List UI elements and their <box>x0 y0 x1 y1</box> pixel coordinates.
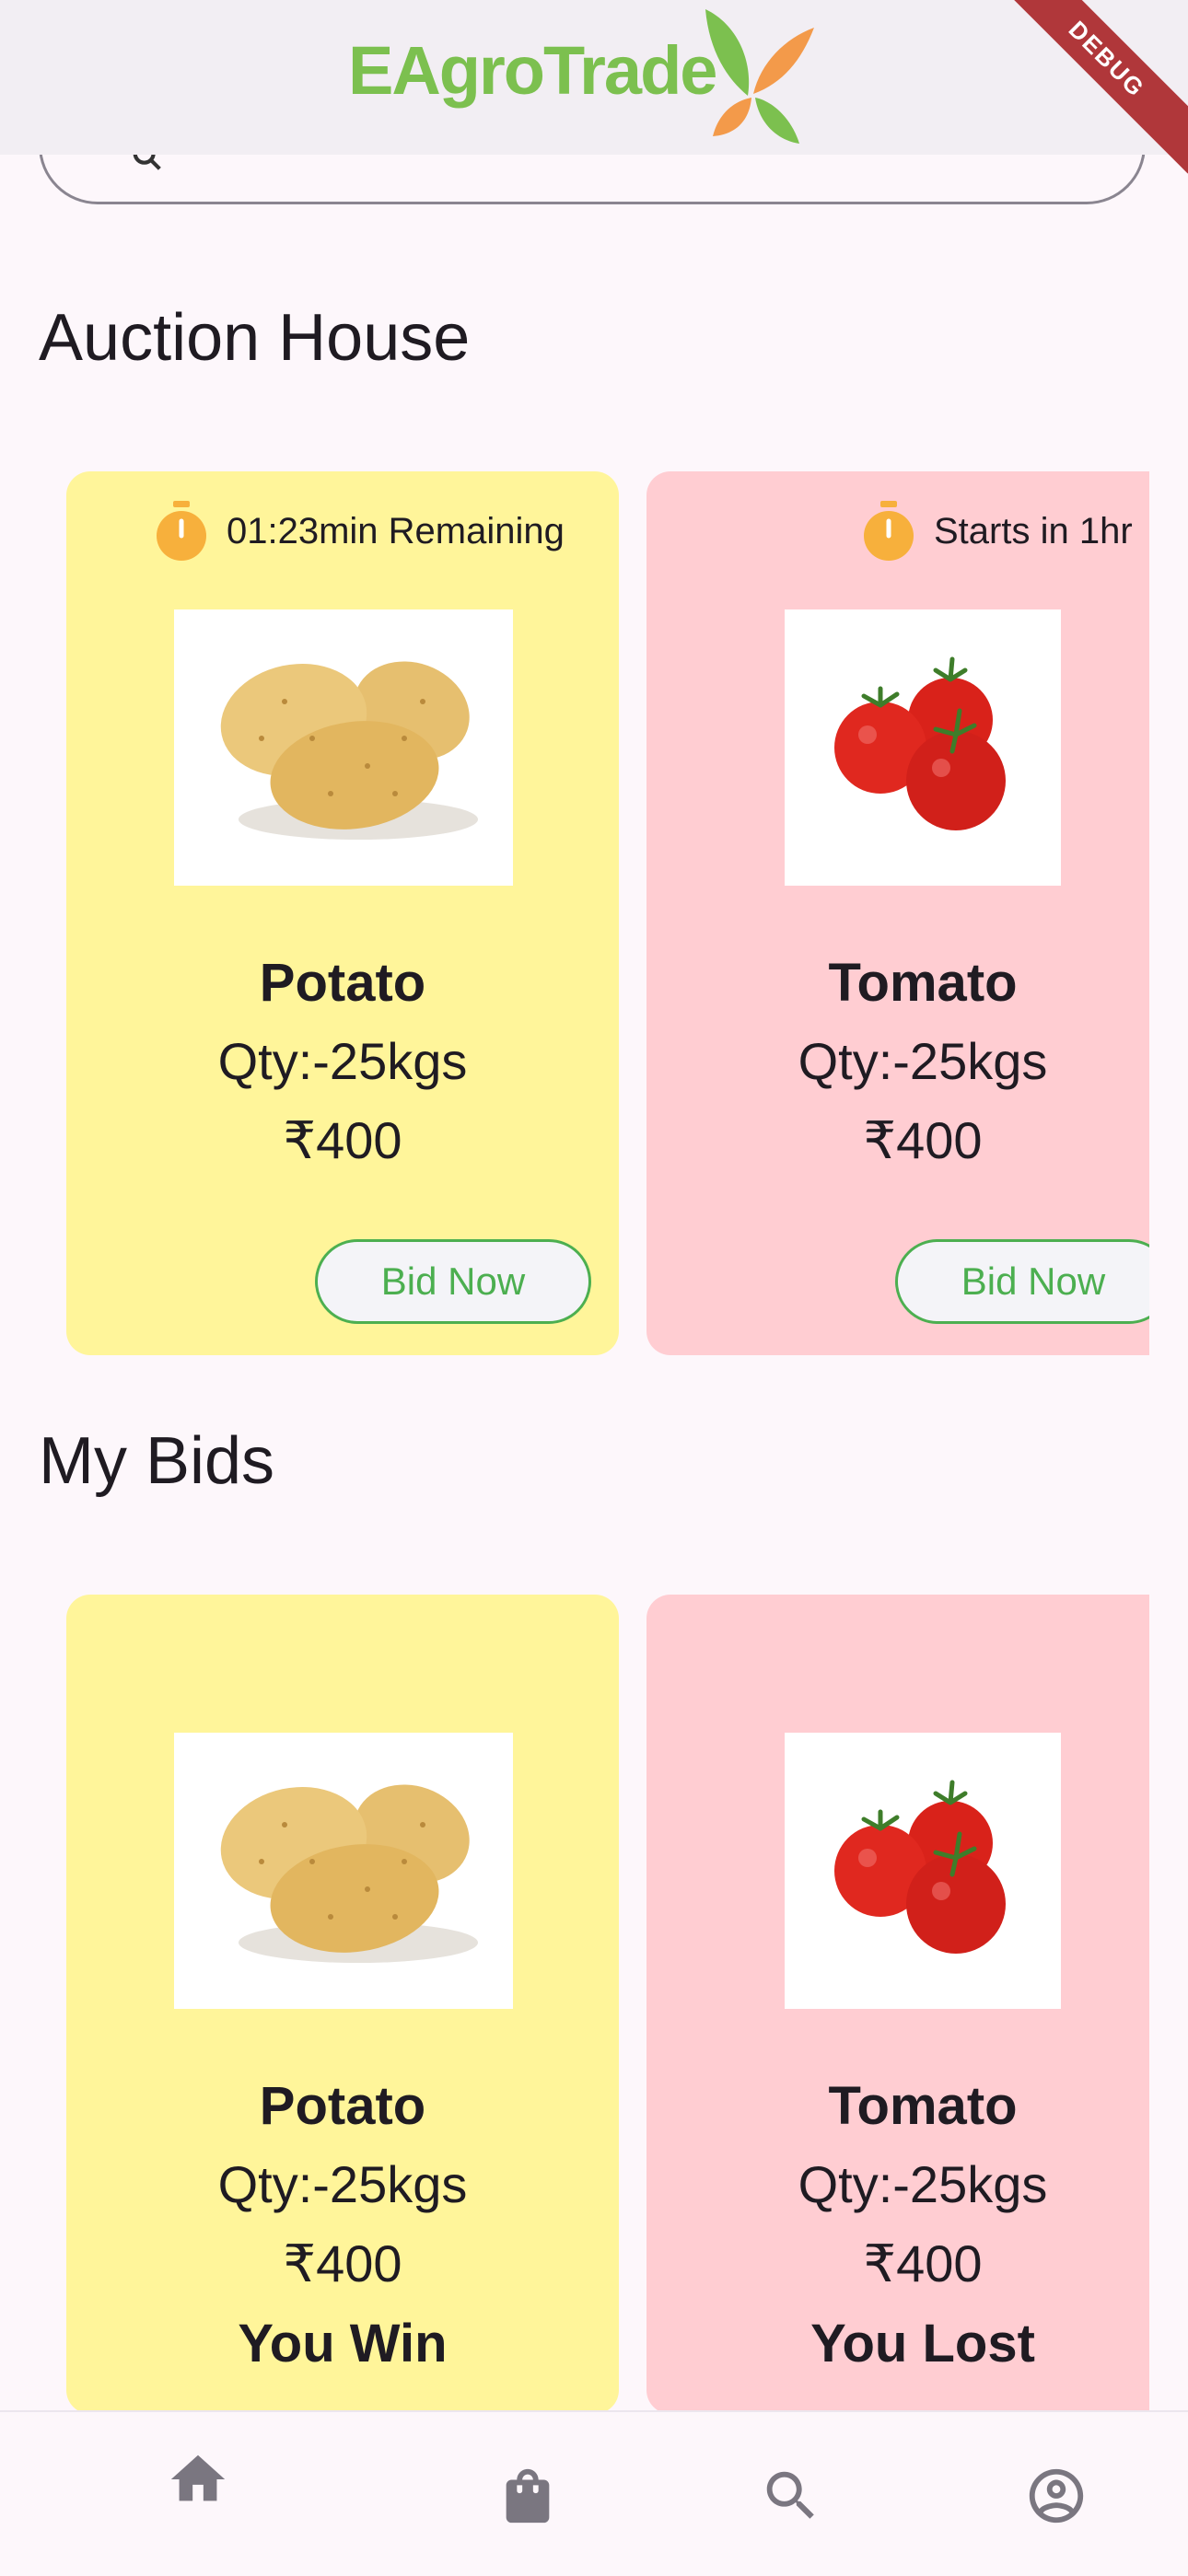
potato-image <box>174 609 513 886</box>
bid-now-button[interactable]: Bid Now <box>895 1239 1149 1324</box>
timer-icon <box>864 501 914 561</box>
product-price: ₹400 <box>283 1111 402 1169</box>
bottom-navigation <box>0 2410 1188 2576</box>
product-name: Tomato <box>828 953 1018 1013</box>
product-price: ₹400 <box>863 2234 983 2292</box>
nav-home[interactable] <box>50 2412 346 2576</box>
home-icon <box>170 2454 226 2501</box>
shopping-bag-icon <box>506 2468 550 2524</box>
auction-timer: Starts in 1hr <box>862 501 1133 562</box>
bid-result: You Lost <box>810 2314 1035 2373</box>
timer-text: 01:23min Remaining <box>227 510 565 551</box>
product-qty: Qty:-25kgs <box>798 2155 1048 2213</box>
tomato-image <box>785 1733 1061 2009</box>
bid-now-button[interactable]: Bid Now <box>315 1239 591 1324</box>
product-name: Tomato <box>828 2076 1018 2136</box>
search-icon <box>766 2471 814 2519</box>
product-name: Potato <box>259 2076 426 2136</box>
auction-house-title: Auction House <box>39 301 471 375</box>
auction-card-potato: 01:23min Remaining Potato Qty:-25kgs ₹40… <box>66 471 619 1355</box>
bid-card-potato: Potato Qty:-25kgs ₹400 You Win <box>66 1595 619 2410</box>
auction-timer: 01:23min Remaining <box>155 501 565 562</box>
product-price: ₹400 <box>283 2234 402 2292</box>
app-title: EAgroTrade <box>348 32 717 109</box>
nav-search[interactable] <box>643 2412 939 2576</box>
my-bids-carousel[interactable]: Potato Qty:-25kgs ₹400 You Win Tomato Qt… <box>0 1595 1149 2410</box>
auction-card-tomato: Starts in 1hr Tomato Qty:-25kgs ₹400 Bid… <box>646 471 1149 1355</box>
nav-profile[interactable] <box>908 2412 1188 2576</box>
my-bids-title: My Bids <box>39 1424 275 1498</box>
timer-text: Starts in 1hr <box>934 510 1133 551</box>
potato-image <box>174 1733 513 2009</box>
bid-card-tomato: Tomato Qty:-25kgs ₹400 You Lost <box>646 1595 1149 2410</box>
product-name: Potato <box>259 953 426 1013</box>
product-qty: Qty:-25kgs <box>217 1032 468 1090</box>
product-qty: Qty:-25kgs <box>798 1032 1048 1090</box>
product-price: ₹400 <box>863 1111 983 1169</box>
logo-leaf-icon <box>700 6 820 149</box>
product-qty: Qty:-25kgs <box>217 2155 468 2213</box>
timer-icon <box>157 501 206 561</box>
tomato-image <box>785 609 1061 886</box>
account-circle-icon <box>1029 2468 1084 2524</box>
nav-shop[interactable] <box>379 2412 676 2576</box>
auction-carousel[interactable]: 01:23min Remaining Potato Qty:-25kgs ₹40… <box>0 471 1149 1357</box>
bid-result: You Win <box>238 2314 448 2373</box>
